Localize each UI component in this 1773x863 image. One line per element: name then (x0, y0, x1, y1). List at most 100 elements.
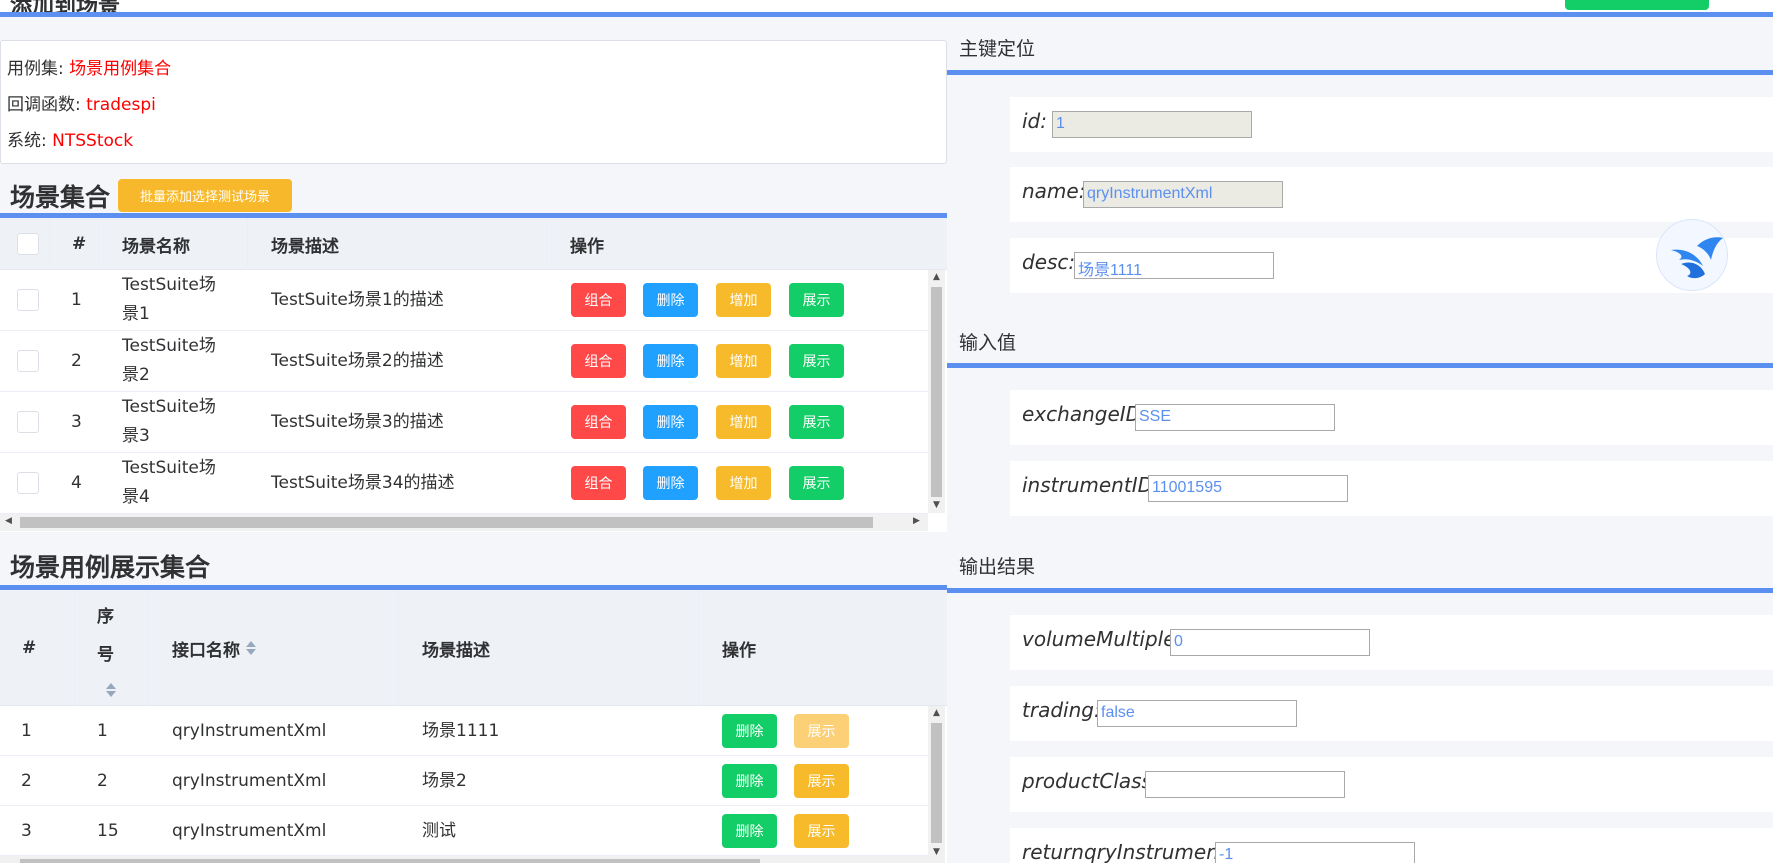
add-button[interactable]: 增加 (716, 466, 771, 500)
scene-desc: TestSuite场景34的描述 (271, 473, 455, 493)
table-row: 1 TestSuite场 景1 TestSuite场景1的描述 组合 删除 增加 … (0, 270, 928, 331)
field-productclass: productClass: (1010, 757, 1773, 812)
scene-name-line: 景2 (122, 365, 150, 385)
row-checkbox[interactable] (17, 411, 39, 433)
system-label: 系统: (7, 131, 53, 151)
delete-button[interactable]: 删除 (643, 405, 698, 439)
add-button[interactable]: 增加 (716, 283, 771, 317)
case-table-header: # 序 号 接口名称 场景描述 操作 (0, 590, 947, 706)
scroll-left-arrow[interactable]: ◀ (0, 516, 17, 526)
vscroll-thumb[interactable] (931, 723, 942, 843)
case-table-vscroll[interactable]: ▲ ▼ (928, 706, 945, 863)
instrumentid-input[interactable]: 11001595 (1148, 475, 1348, 502)
scene-table-hscroll[interactable]: ◀ ▶ (0, 514, 928, 531)
scroll-down-arrow[interactable]: ▼ (928, 500, 945, 510)
field-label: productClass: (1022, 769, 1159, 793)
combine-button[interactable]: 组合 (571, 344, 626, 378)
show-button[interactable]: 展示 (794, 714, 849, 748)
row-checkbox[interactable] (17, 472, 39, 494)
add-button[interactable]: 增加 (716, 344, 771, 378)
sort-icon[interactable] (246, 640, 256, 656)
col-hash: # (72, 234, 87, 254)
table-row: 2 TestSuite场 景2 TestSuite场景2的描述 组合 删除 增加 … (0, 331, 928, 392)
field-label: desc: (1022, 250, 1076, 274)
returnqryinstrument-input[interactable]: -1 (1215, 842, 1415, 863)
col-seq-line: 号 (97, 645, 114, 665)
vscroll-thumb[interactable] (931, 287, 942, 497)
show-button[interactable]: 展示 (789, 466, 844, 500)
scene-name-line: 景4 (122, 487, 150, 507)
col-ops: 操作 (722, 640, 756, 661)
callback-value: tradespi (86, 95, 156, 115)
table-row: 3 TestSuite场 景3 TestSuite场景3的描述 组合 删除 增加 … (0, 392, 928, 453)
delete-button[interactable]: 删除 (722, 814, 777, 848)
scroll-right-arrow[interactable]: ▶ (908, 516, 925, 526)
field-label: exchangeID: (1022, 402, 1148, 426)
delete-button[interactable]: 删除 (643, 344, 698, 378)
col-hash: # (22, 638, 37, 658)
input-divider (947, 363, 1773, 368)
show-button[interactable]: 展示 (789, 344, 844, 378)
col-seq: 序 号 (97, 598, 116, 712)
row-number: 2 (71, 351, 82, 371)
sort-icon[interactable] (106, 682, 116, 698)
show-button[interactable]: 展示 (794, 764, 849, 798)
output-divider (947, 588, 1773, 593)
add-button[interactable]: 增加 (716, 405, 771, 439)
col-scene-desc: 场景描述 (271, 236, 339, 257)
api-name: qryInstrumentXml (172, 820, 327, 841)
scene-table-vscroll[interactable]: ▲ ▼ (928, 270, 945, 513)
show-button[interactable]: 展示 (789, 283, 844, 317)
volumemultiple-input[interactable]: 0 (1170, 629, 1370, 656)
scene-name-line: TestSuite场 (122, 275, 216, 295)
scene-table-header: # 场景名称 场景描述 操作 (0, 218, 947, 270)
row-checkbox[interactable] (17, 350, 39, 372)
callback-info-line: 回调函数: tradespi (7, 90, 156, 115)
productclass-input[interactable] (1145, 771, 1345, 798)
trading-input[interactable]: false (1097, 700, 1297, 727)
show-button[interactable]: 展示 (794, 814, 849, 848)
scene-name: TestSuite场 景1 (122, 271, 216, 329)
col-api-name-label: 接口名称 (172, 640, 240, 661)
combine-button[interactable]: 组合 (571, 283, 626, 317)
row-number: 3 (21, 820, 32, 841)
id-input[interactable]: 1 (1052, 111, 1252, 138)
combine-button[interactable]: 组合 (571, 466, 626, 500)
delete-button[interactable]: 删除 (643, 283, 698, 317)
scene-set-title: 场景集合 (10, 183, 111, 212)
scene-table: # 场景名称 场景描述 操作 1 TestSuite场 景1 TestSuite场… (0, 218, 947, 532)
top-green-button[interactable] (1565, 0, 1709, 10)
combine-button[interactable]: 组合 (571, 405, 626, 439)
exchangeid-input[interactable]: SSE (1135, 404, 1335, 431)
hscroll-thumb[interactable] (20, 859, 760, 863)
scroll-up-arrow[interactable]: ▲ (928, 272, 945, 282)
field-name: name: qryInstrumentXml (1010, 167, 1773, 222)
scene-name-line: TestSuite场 (122, 336, 216, 356)
scroll-down-arrow[interactable]: ▼ (928, 847, 945, 857)
table-row: 4 TestSuite场 景4 TestSuite场景34的描述 组合 删除 增加… (0, 453, 928, 514)
name-input[interactable]: qryInstrumentXml (1083, 181, 1283, 208)
floating-bird-icon[interactable] (1656, 219, 1728, 291)
suite-info-line: 用例集: 场景用例集合 (7, 54, 171, 79)
api-name: qryInstrumentXml (172, 770, 327, 791)
delete-button[interactable]: 删除 (722, 764, 777, 798)
scene-name: TestSuite场 景3 (122, 393, 216, 451)
batch-add-button[interactable]: 批量添加选择测试场景 (118, 179, 292, 212)
pk-section-title: 主键定位 (959, 38, 1036, 60)
case-desc: 场景2 (422, 770, 467, 791)
desc-input[interactable]: 场景1111 (1074, 252, 1274, 279)
field-id: id: 1 (1010, 97, 1773, 152)
case-table-hscroll[interactable] (0, 856, 928, 863)
case-desc: 场景1111 (422, 720, 500, 741)
select-all-checkbox[interactable] (17, 233, 39, 255)
row-number: 4 (71, 473, 82, 493)
hscroll-thumb[interactable] (20, 517, 873, 528)
show-button[interactable]: 展示 (789, 405, 844, 439)
scroll-up-arrow[interactable]: ▲ (928, 708, 945, 718)
row-number: 1 (21, 720, 32, 741)
page-title: 添加到场景 (10, 0, 121, 19)
row-checkbox[interactable] (17, 289, 39, 311)
field-exchangeid: exchangeID: SSE (1010, 390, 1773, 445)
delete-button[interactable]: 删除 (643, 466, 698, 500)
delete-button[interactable]: 删除 (722, 714, 777, 748)
